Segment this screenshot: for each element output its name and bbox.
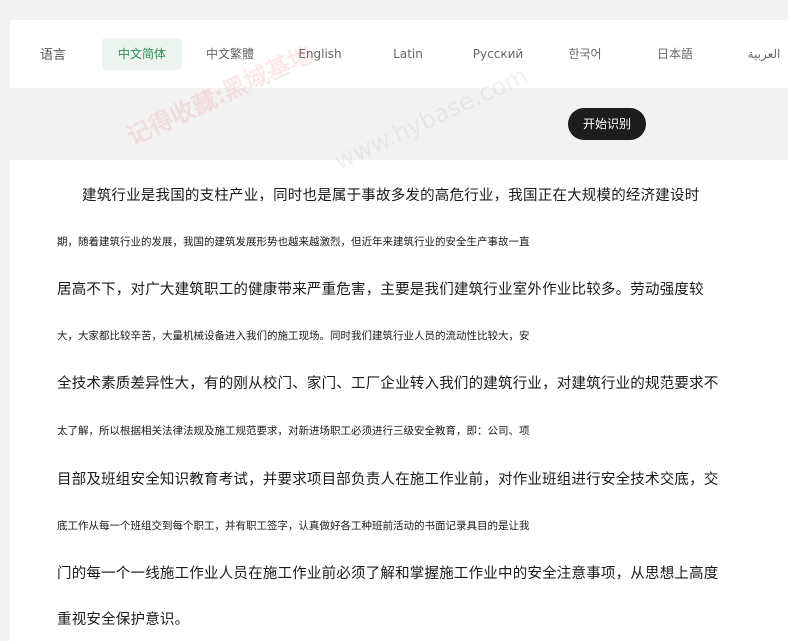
text-line: 太了解，所以根据相关法律法规及施工规范要求，对新进场职工必须进行三级安全教育，即… [57,425,530,437]
text-line: 居高不下，对广大建筑职工的健康带来严重危害，主要是我们建筑行业室外作业比较多。劳… [57,282,704,298]
tab-arabic[interactable]: العربية [740,38,788,70]
start-recognition-button[interactable]: 开始识别 [568,108,646,140]
tab-korean[interactable]: 한국어 [562,38,608,70]
language-label: 语言 [40,48,67,63]
tab-japanese[interactable]: 日本語 [650,38,700,70]
text-line: 目部及班组安全知识教育考试，并要求项目部负责人在施工作业前，对作业班组进行安全技… [57,472,719,488]
tab-russian[interactable]: Русский [468,38,528,70]
text-line: 重视安全保护意识。 [57,612,190,628]
text-line: 底工作从每一个班组交到每个职工，并有职工签字，认真做好各工种班前活动的书面记录具… [57,520,530,532]
text-line: 建筑行业是我国的支柱产业，同时也是属于事故多发的高危行业，我国正在大规模的经济建… [82,188,700,204]
tab-chinese-simplified[interactable]: 中文简体 [102,38,182,70]
recognized-text-panel: 建筑行业是我国的支柱产业，同时也是属于事故多发的高危行业，我国正在大规模的经济建… [10,160,788,641]
text-line: 门的每一个一线施工作业人员在施工作业前必须了解和掌握施工作业中的安全注意事项，从… [57,566,719,582]
text-line: 全技术素质差异性大，有的刚从校门、家门、工厂企业转入我们的建筑行业，对建筑行业的… [57,376,719,392]
text-line: 期，随着建筑行业的发展，我国的建筑发展形势也越来越激烈，但近年来建筑行业的安全生… [57,236,530,248]
tab-latin[interactable]: Latin [385,38,431,70]
language-bar: 语言 中文简体 中文繁體 English Latin Русский 한국어 日… [10,20,788,88]
text-line: 大，大家都比较辛苦，大量机械设备进入我们的施工现场。同时我们建筑行业人员的流动性… [57,330,530,342]
tab-chinese-traditional[interactable]: 中文繁體 [200,38,260,70]
tab-english[interactable]: English [292,38,348,70]
